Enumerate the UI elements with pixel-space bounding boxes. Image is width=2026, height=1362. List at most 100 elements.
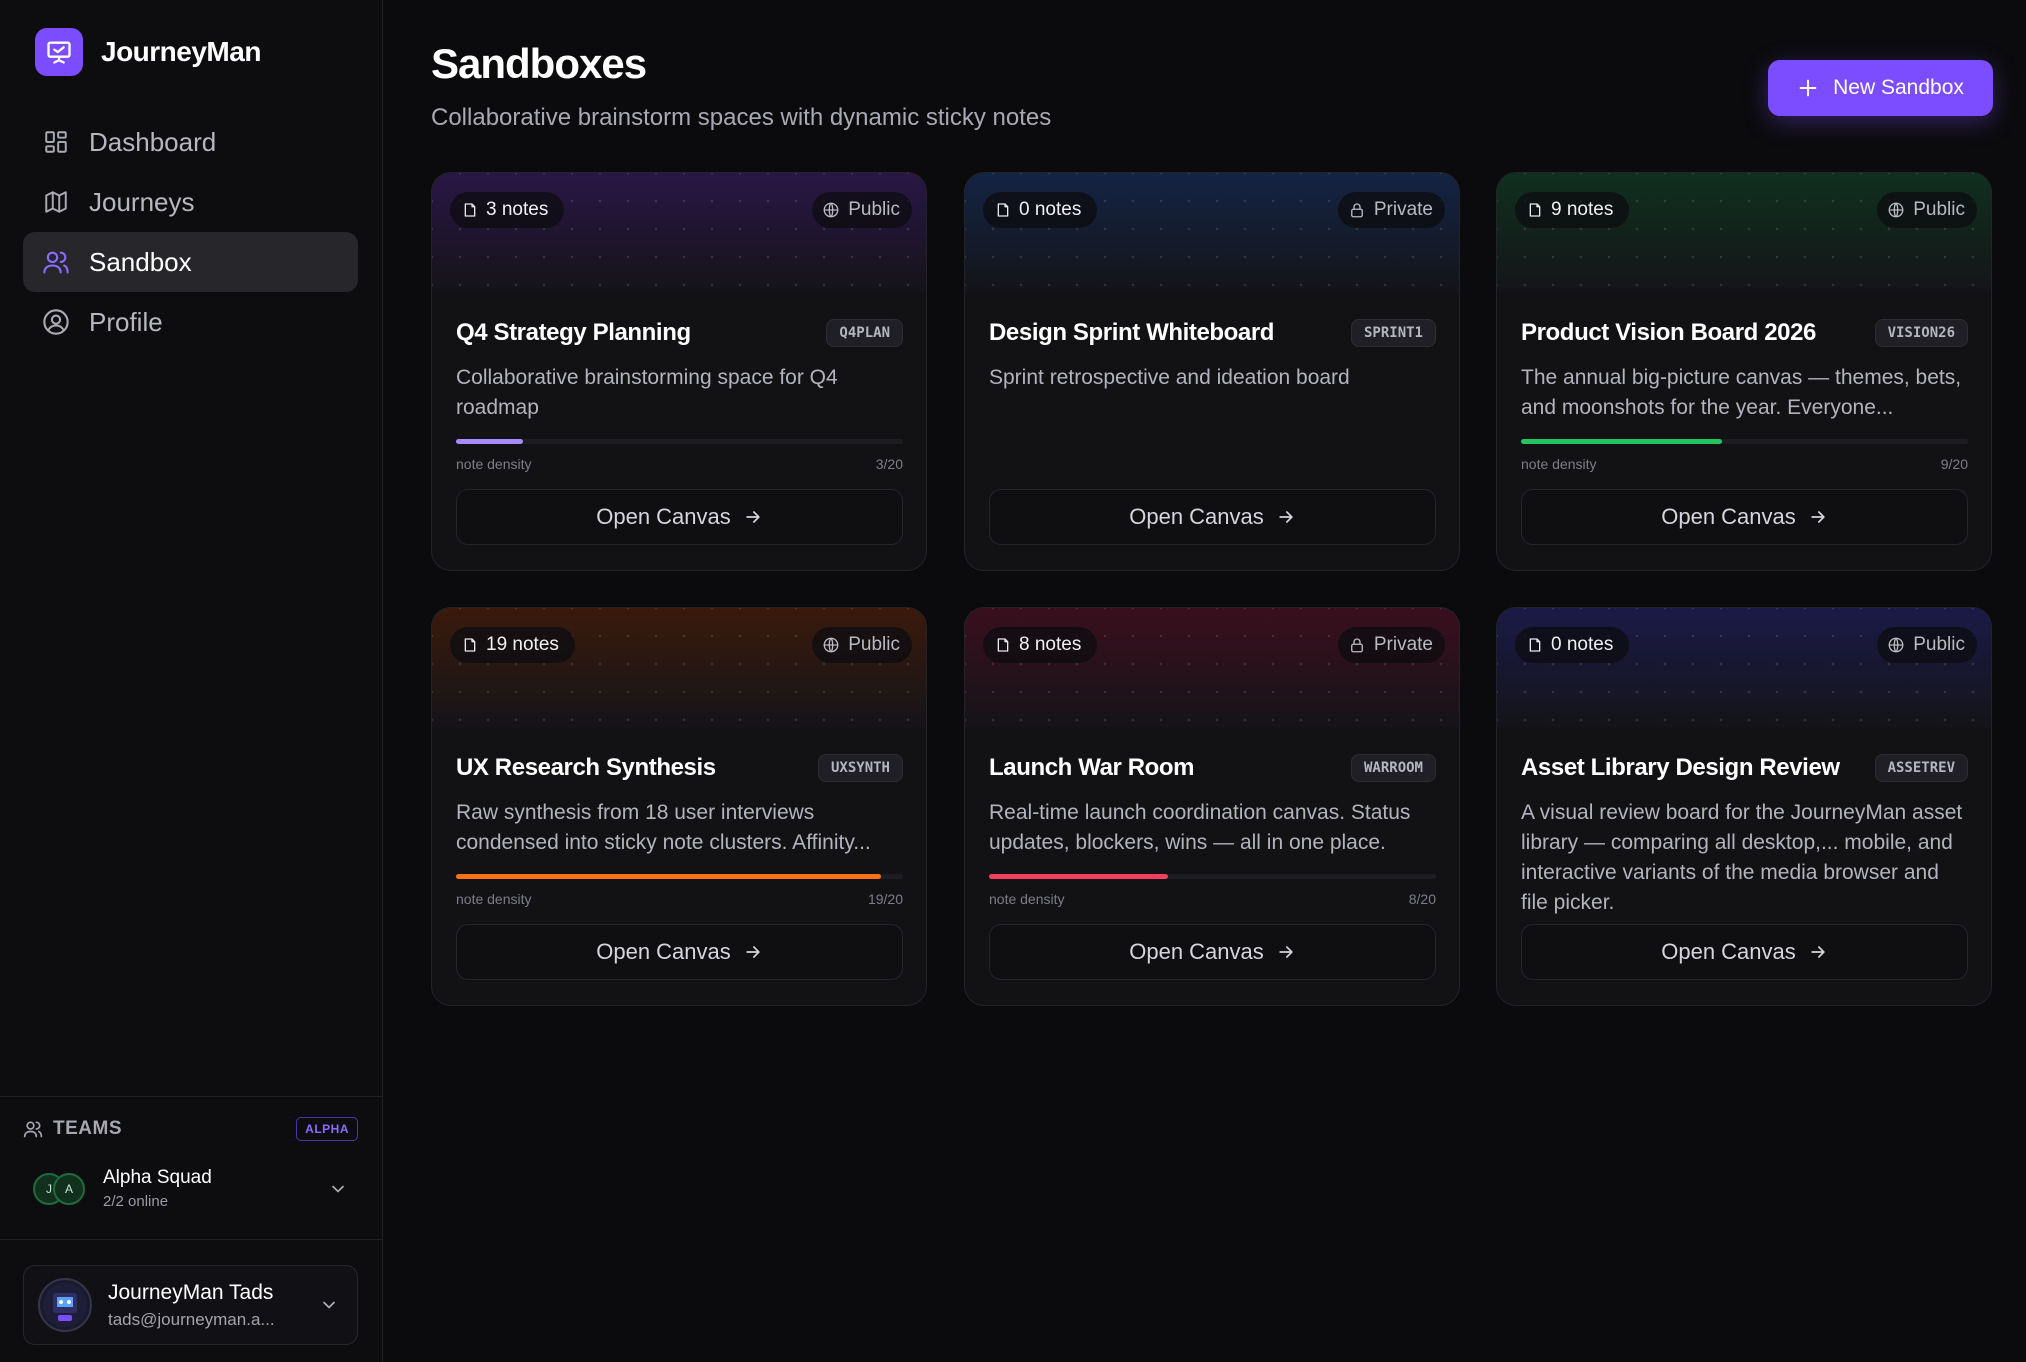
- visibility-label: Public: [1913, 634, 1965, 655]
- sandbox-code: VISION26: [1874, 319, 1968, 347]
- user-menu[interactable]: JourneyMan Tads tads@journeyman.a...: [23, 1265, 358, 1345]
- notes-count: 3 notes: [486, 199, 549, 220]
- note-density: note density 19/20: [456, 874, 903, 907]
- map-icon: [41, 187, 71, 217]
- notes-count-badge: 0 notes: [1515, 627, 1630, 663]
- arrow-right-icon: [1276, 507, 1296, 527]
- plus-icon: [1797, 77, 1819, 99]
- open-canvas-button[interactable]: Open Canvas: [456, 489, 903, 545]
- note-icon: [462, 637, 478, 653]
- note-density: note density 9/20: [1521, 439, 1968, 472]
- globe-icon: [822, 636, 840, 654]
- arrow-right-icon: [743, 507, 763, 527]
- density-value: 19/20: [867, 891, 903, 907]
- note-icon: [1527, 202, 1543, 218]
- open-canvas-button[interactable]: Open Canvas: [1521, 489, 1968, 545]
- chevron-down-icon[interactable]: [319, 1295, 339, 1315]
- arrow-right-icon: [1808, 507, 1828, 527]
- sidebar-item-sandbox[interactable]: Sandbox: [23, 232, 358, 292]
- team-selector[interactable]: J A Alpha Squad 2/2 online: [33, 1167, 348, 1210]
- notes-count-badge: 0 notes: [983, 192, 1098, 228]
- globe-icon: [1887, 636, 1905, 654]
- notes-count-badge: 9 notes: [1515, 192, 1630, 228]
- sandbox-card[interactable]: 9 notes Public Product Vision Board 2026…: [1496, 172, 1992, 571]
- sidebar-item-journeys[interactable]: Journeys: [23, 172, 358, 232]
- card-title: Product Vision Board 2026: [1521, 319, 1816, 346]
- team-avatars: J A: [33, 1172, 85, 1205]
- visibility-badge: Public: [1877, 627, 1977, 663]
- density-label: note density: [989, 891, 1065, 907]
- open-canvas-label: Open Canvas: [596, 504, 731, 529]
- team-status: 2/2 online: [103, 1193, 169, 1210]
- user-name: JourneyMan Tads: [108, 1280, 274, 1304]
- teams-header: TEAMS ALPHA: [23, 1117, 358, 1141]
- sidebar-item-dashboard[interactable]: Dashboard: [23, 112, 358, 172]
- sandbox-card[interactable]: 0 notes Public Asset Library Design Revi…: [1496, 607, 1992, 1006]
- lock-icon: [1348, 201, 1366, 219]
- card-description: Collaborative brainstorming space for Q4…: [456, 366, 838, 419]
- notes-count-badge: 3 notes: [450, 192, 565, 228]
- sandbox-card[interactable]: 0 notes Private Design Sprint Whiteboard…: [964, 172, 1460, 571]
- sandbox-card[interactable]: 19 notes Public UX Research Synthesis UX…: [431, 607, 927, 1006]
- arrow-right-icon: [1276, 942, 1296, 962]
- dashboard-icon: [41, 127, 71, 157]
- avatar: [38, 1278, 92, 1332]
- sidebar-item-profile[interactable]: Profile: [23, 292, 358, 352]
- teams-heading: TEAMS: [53, 1118, 122, 1139]
- density-track: [456, 439, 903, 444]
- users-icon: [41, 247, 71, 277]
- sandbox-card[interactable]: 3 notes Public Q4 Strategy Planning Q4PL…: [431, 172, 927, 571]
- card-description: The annual big-picture canvas — themes, …: [1521, 366, 1962, 419]
- sandbox-code: WARROOM: [1350, 754, 1436, 782]
- open-canvas-button[interactable]: Open Canvas: [456, 924, 903, 980]
- globe-icon: [822, 201, 840, 219]
- card-description: A visual review board for the JourneyMan…: [1521, 801, 1963, 914]
- visibility-badge: Public: [812, 627, 912, 663]
- sandbox-code: ASSETREV: [1874, 754, 1968, 782]
- brand[interactable]: JourneyMan: [35, 28, 261, 76]
- open-canvas-button[interactable]: Open Canvas: [1521, 924, 1968, 980]
- open-canvas-button[interactable]: Open Canvas: [989, 924, 1436, 980]
- notes-count-badge: 19 notes: [450, 627, 575, 663]
- open-canvas-label: Open Canvas: [1661, 504, 1796, 529]
- user-circle-icon: [41, 307, 71, 337]
- visibility-label: Private: [1373, 634, 1433, 655]
- density-fill: [456, 439, 524, 444]
- visibility-label: Public: [848, 634, 900, 655]
- arrow-right-icon: [743, 942, 763, 962]
- card-banner: 8 notes Private: [965, 608, 1459, 728]
- card-banner: 0 notes Private: [965, 173, 1459, 293]
- sandbox-code: UXSYNTH: [817, 754, 903, 782]
- card-title: UX Research Synthesis: [456, 754, 716, 781]
- note-density: note density 8/20: [989, 874, 1436, 907]
- team-name: Alpha Squad: [103, 1167, 212, 1188]
- density-value: 9/20: [1940, 456, 1968, 472]
- sandbox-card[interactable]: 8 notes Private Launch War Room WARROOM …: [964, 607, 1460, 1006]
- notes-count: 19 notes: [486, 634, 559, 655]
- card-description: Raw synthesis from 18 user interviews co…: [456, 801, 871, 854]
- notes-count: 8 notes: [1019, 634, 1082, 655]
- new-sandbox-button[interactable]: New Sandbox: [1768, 60, 1993, 116]
- open-canvas-label: Open Canvas: [1661, 939, 1796, 964]
- open-canvas-button[interactable]: Open Canvas: [989, 489, 1436, 545]
- user-email: tads@journeyman.a...: [108, 1309, 275, 1329]
- sidebar-nav: Dashboard Journeys Sandbox Profile: [23, 112, 358, 352]
- card-banner: 9 notes Public: [1497, 173, 1991, 293]
- density-fill: [989, 874, 1168, 879]
- density-track: [989, 874, 1436, 879]
- visibility-badge: Private: [1337, 627, 1445, 663]
- card-banner: 0 notes Public: [1497, 608, 1991, 728]
- visibility-badge: Public: [1877, 192, 1977, 228]
- sidebar-item-label: Sandbox: [89, 246, 192, 277]
- page-subtitle: Collaborative brainstorm spaces with dyn…: [431, 104, 1052, 131]
- app-name: JourneyMan: [101, 36, 261, 67]
- note-icon: [995, 202, 1011, 218]
- card-title: Asset Library Design Review: [1521, 754, 1840, 781]
- teams-section: TEAMS ALPHA J A Alpha Squad 2/2 online: [0, 1096, 383, 1239]
- chevron-down-icon[interactable]: [328, 1179, 348, 1199]
- note-icon: [462, 202, 478, 218]
- density-value: 3/20: [875, 456, 903, 472]
- card-description: Sprint retrospective and ideation board: [989, 366, 1350, 389]
- open-canvas-label: Open Canvas: [1129, 939, 1264, 964]
- globe-icon: [1887, 201, 1905, 219]
